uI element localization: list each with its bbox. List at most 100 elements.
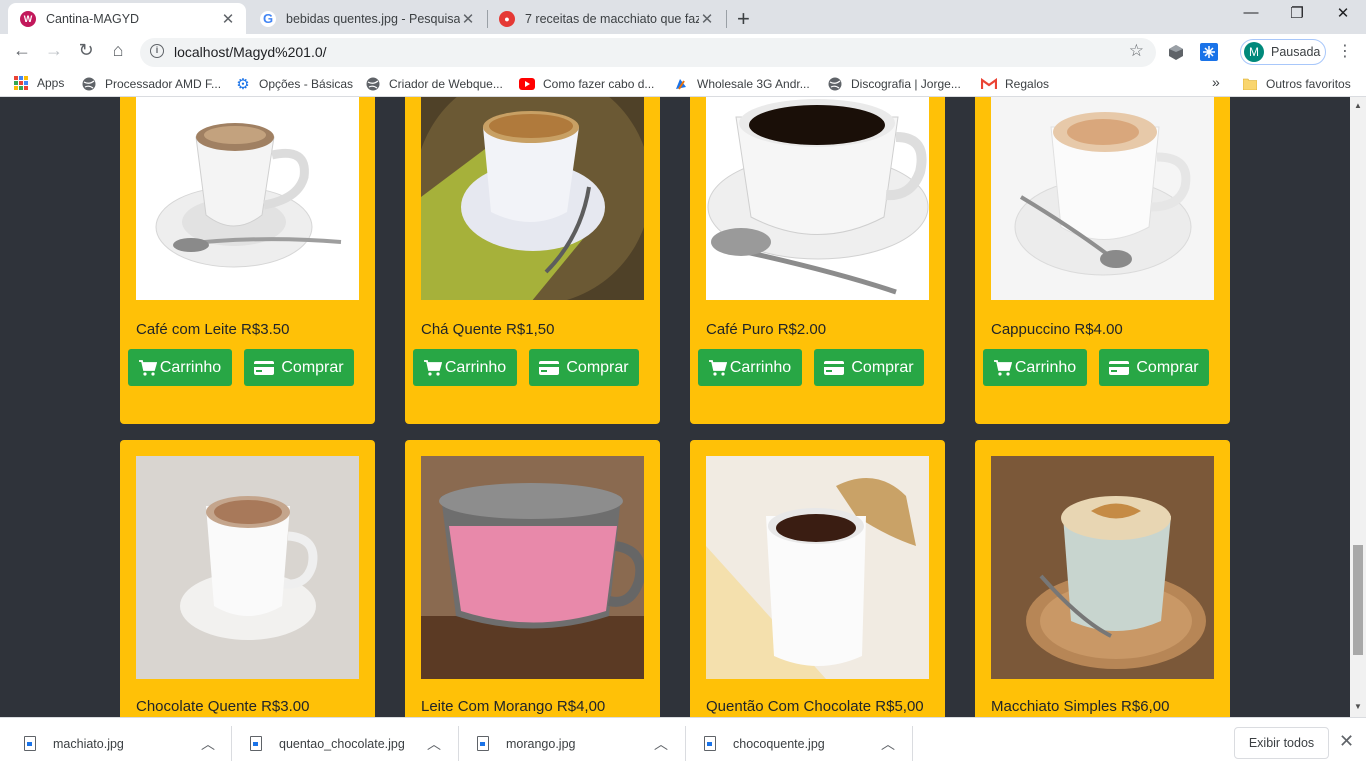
recipe-site-icon: ●	[499, 10, 515, 27]
menu-kebab-icon[interactable]: ⋮	[1337, 41, 1353, 61]
product-image-quentao-com-chocolate[interactable]	[706, 456, 929, 679]
scroll-up-arrow-icon[interactable]: ▲	[1350, 101, 1366, 110]
product-name: Macchiato Simples R$6,00	[991, 698, 1170, 715]
show-all-downloads-button[interactable]: Exibir todos	[1234, 727, 1329, 759]
bookmark-label: Opções - Básicas	[259, 77, 354, 91]
reload-button[interactable]: ↻	[74, 40, 98, 61]
product-image-cafe-puro[interactable]	[706, 97, 929, 300]
product-card: Café Puro R$2.00 Carrinho Comprar	[690, 97, 945, 424]
close-window-button[interactable]: ✕	[1320, 4, 1366, 22]
bookmark-label: Wholesale 3G Andr...	[697, 77, 810, 91]
bookmark-label: Regalos	[1005, 77, 1050, 91]
address-url: localhost/Magyd%201.0/	[174, 44, 327, 60]
product-card: Quentão Com Chocolate R$5,00	[690, 440, 945, 717]
page-viewport: Café com Leite R$3.50 Carrinho Comprar C…	[0, 97, 1350, 717]
chevron-up-icon[interactable]: ︿	[427, 734, 441, 754]
minimize-button[interactable]: —	[1228, 4, 1274, 21]
credit-card-icon	[254, 360, 275, 375]
folder-icon	[1242, 76, 1258, 92]
bookmark-item[interactable]: Processador AMD F...	[81, 76, 221, 92]
globe-icon	[827, 76, 843, 92]
buy-button[interactable]: Comprar	[1099, 349, 1209, 386]
tab-title: Cantina-MAGYD	[46, 11, 140, 26]
bookmark-label: Apps	[37, 76, 65, 90]
youtube-icon	[519, 76, 535, 92]
apps-grid-icon	[14, 76, 28, 90]
bookmark-item[interactable]: Criador de Webque...	[365, 76, 503, 92]
chevron-up-icon[interactable]: ︿	[201, 734, 215, 754]
cart-label: Carrinho	[444, 358, 507, 376]
bookmark-item[interactable]: ⚙ Opções - Básicas	[235, 76, 354, 93]
bookmark-item[interactable]: Regalos	[981, 76, 1049, 92]
close-tab-icon[interactable]: ✕	[699, 10, 715, 28]
profile-button[interactable]: M Pausada	[1240, 39, 1326, 65]
product-image-chocolate-quente[interactable]	[136, 456, 359, 679]
product-image-macchiato-simples[interactable]	[991, 456, 1214, 679]
globe-icon	[81, 76, 97, 92]
download-item[interactable]: morango.jpg ︿	[477, 718, 677, 768]
cart-icon	[993, 359, 1012, 376]
close-downloads-icon[interactable]: ✕	[1339, 731, 1354, 752]
cart-label: Carrinho	[159, 358, 222, 376]
new-tab-button[interactable]: +	[737, 6, 750, 32]
buy-label: Comprar	[281, 358, 344, 376]
home-button[interactable]: ⌂	[106, 40, 130, 61]
image-file-icon	[704, 736, 716, 751]
tab-bebidas-quentes[interactable]: G bebidas quentes.jpg - Pesquisa G ✕	[248, 3, 486, 34]
product-card: Café com Leite R$3.50 Carrinho Comprar	[120, 97, 375, 424]
bookmark-apps[interactable]: Apps	[14, 76, 64, 90]
extension-cube-icon[interactable]	[1167, 43, 1185, 61]
download-filename: quentao_chocolate.jpg	[279, 736, 405, 751]
image-file-icon	[477, 736, 489, 751]
close-tab-icon[interactable]: ✕	[220, 10, 236, 28]
cart-icon	[423, 359, 442, 376]
product-name: Cappuccino R$4.00	[991, 321, 1123, 338]
bookmark-label: Processador AMD F...	[105, 77, 222, 91]
back-button[interactable]: ←	[10, 40, 34, 61]
product-image-cha-quente[interactable]	[421, 97, 644, 300]
bookmark-star-icon[interactable]: ☆	[1129, 41, 1144, 61]
tab-strip: W Cantina-MAGYD ✕ G bebidas quentes.jpg …	[0, 0, 1366, 34]
restore-button[interactable]: ❐	[1274, 4, 1320, 22]
download-divider	[231, 726, 232, 761]
download-divider	[685, 726, 686, 761]
close-tab-icon[interactable]: ✕	[460, 10, 476, 28]
page-scrollbar[interactable]: ▲ ▼	[1350, 97, 1366, 717]
address-bar[interactable]: i localhost/Magyd%201.0/ ☆	[140, 38, 1156, 67]
add-to-cart-button[interactable]: Carrinho	[413, 349, 517, 386]
scroll-down-arrow-icon[interactable]: ▼	[1350, 702, 1366, 711]
bookmark-label: Criador de Webque...	[389, 77, 503, 91]
buy-button[interactable]: Comprar	[814, 349, 924, 386]
globe-icon	[365, 76, 381, 92]
bookmark-label: Como fazer cabo d...	[543, 77, 655, 91]
product-card: Cappuccino R$4.00 Carrinho Comprar	[975, 97, 1230, 424]
bookmarks-overflow-button[interactable]: »	[1212, 74, 1220, 90]
download-item[interactable]: machiato.jpg ︿	[24, 718, 224, 768]
other-bookmarks[interactable]: Outros favoritos	[1242, 76, 1351, 92]
download-divider	[912, 726, 913, 761]
bookmark-item[interactable]: Wholesale 3G Andr...	[673, 76, 810, 92]
product-image-cafe-com-leite[interactable]	[136, 97, 359, 300]
add-to-cart-button[interactable]: Carrinho	[698, 349, 802, 386]
gear-icon: ⚙	[236, 76, 250, 93]
extension-snowflake-icon[interactable]	[1200, 43, 1218, 61]
bookmark-item[interactable]: Como fazer cabo d...	[519, 76, 654, 92]
scrollbar-thumb[interactable]	[1353, 545, 1363, 655]
product-image-leite-com-morango[interactable]	[421, 456, 644, 679]
bookmark-item[interactable]: Discografia | Jorge...	[827, 76, 961, 92]
add-to-cart-button[interactable]: Carrinho	[983, 349, 1087, 386]
credit-card-icon	[1109, 360, 1130, 375]
chevron-up-icon[interactable]: ︿	[881, 734, 895, 754]
forward-button[interactable]: →	[42, 40, 66, 61]
download-item[interactable]: chocoquente.jpg ︿	[704, 718, 904, 768]
tab-macchiato-receitas[interactable]: ● 7 receitas de macchiato que faze ✕	[487, 3, 725, 34]
download-item[interactable]: quentao_chocolate.jpg ︿	[250, 718, 450, 768]
chevron-up-icon[interactable]: ︿	[654, 734, 668, 754]
buy-button[interactable]: Comprar	[244, 349, 354, 386]
download-filename: machiato.jpg	[53, 736, 124, 751]
site-info-icon[interactable]: i	[150, 44, 164, 58]
buy-button[interactable]: Comprar	[529, 349, 639, 386]
add-to-cart-button[interactable]: Carrinho	[128, 349, 232, 386]
tab-cantina-magyd[interactable]: W Cantina-MAGYD ✕	[8, 3, 246, 34]
product-image-cappuccino[interactable]	[991, 97, 1214, 300]
